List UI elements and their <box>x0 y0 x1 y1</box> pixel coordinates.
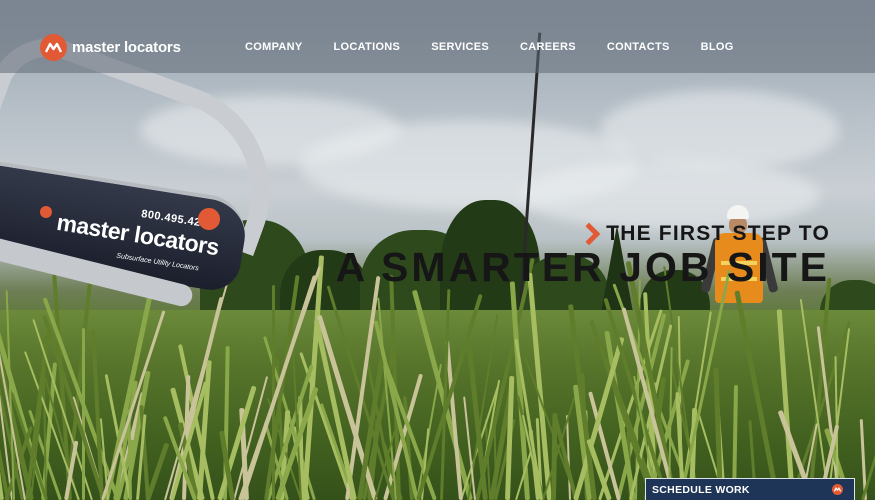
cloud <box>520 160 820 230</box>
chevron-right-icon <box>577 222 601 246</box>
device-dot <box>40 206 52 218</box>
nav-item-contacts[interactable]: CONTACTS <box>607 41 670 53</box>
schedule-work-label: SCHEDULE WORK <box>652 483 750 496</box>
brand-name: master locators <box>72 39 181 56</box>
headline-line-2: A SMARTER JOB SITE <box>335 244 830 290</box>
nav-item-company[interactable]: COMPANY <box>245 41 303 53</box>
cloud <box>600 90 840 170</box>
top-navbar: master locators COMPANY LOCATIONS SERVIC… <box>0 0 875 73</box>
brand-logo-icon <box>832 484 843 495</box>
hero-headline: THE FIRST STEP TO A SMARTER JOB SITE <box>336 222 830 291</box>
schedule-work-button[interactable]: SCHEDULE WORK <box>645 478 855 500</box>
headline-line-1: THE FIRST STEP TO <box>336 222 830 246</box>
main-nav: COMPANY LOCATIONS SERVICES CAREERS CONTA… <box>245 41 765 53</box>
brand-logo[interactable]: master locators <box>40 34 181 61</box>
nav-item-locations[interactable]: LOCATIONS <box>334 41 401 53</box>
nav-item-careers[interactable]: CAREERS <box>520 41 576 53</box>
headline-line-1-text: THE FIRST STEP TO <box>606 222 830 245</box>
brand-logo-icon <box>40 34 67 61</box>
nav-item-services[interactable]: SERVICES <box>431 41 489 53</box>
nav-item-blog[interactable]: BLOG <box>701 41 734 53</box>
